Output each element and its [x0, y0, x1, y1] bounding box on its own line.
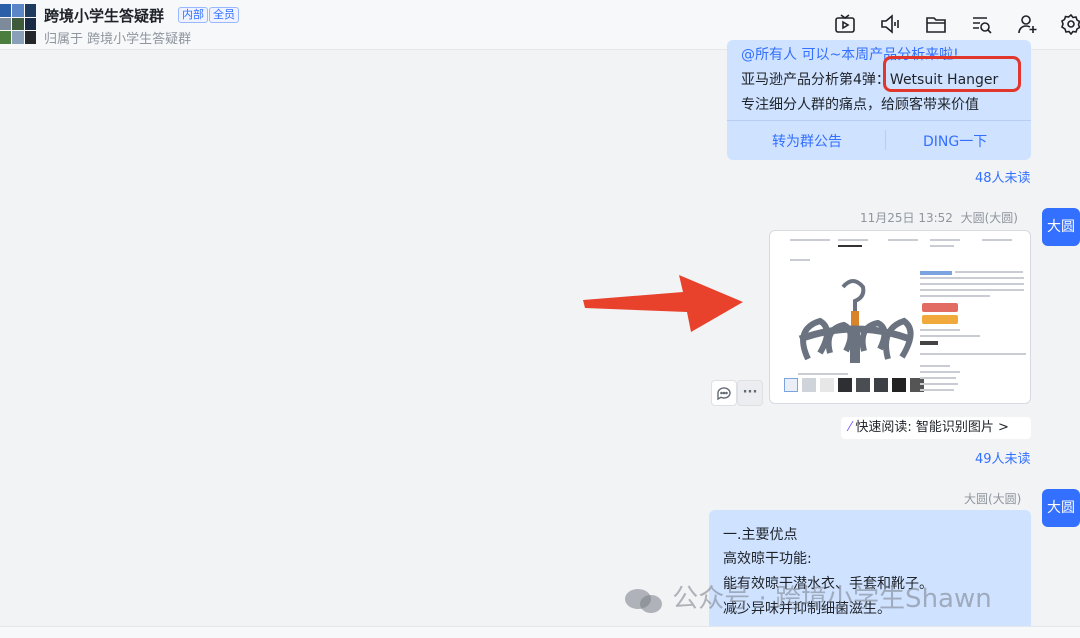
add-member-icon[interactable] [1016, 13, 1038, 35]
thumbnail-strip [784, 378, 924, 392]
quick-read-button[interactable]: ⁄ 快速阅读: 智能识别图片 > [841, 417, 1031, 439]
search-list-icon[interactable] [970, 13, 992, 35]
red-arrow-annotation [583, 275, 743, 332]
wechat-icon [624, 587, 664, 613]
avatar[interactable]: 大圆 [1042, 489, 1080, 527]
group-subtitle: 归属于 跨境小学生答疑群 [44, 32, 192, 47]
folder-icon[interactable] [925, 13, 947, 35]
highlight-box [883, 56, 1021, 92]
product-screenshot-image[interactable] [769, 230, 1031, 404]
message-line: 高效晾干功能: [723, 551, 812, 567]
unread-count[interactable]: 48人未读 [975, 167, 1031, 186]
message-sender: 大圆(大圆) [964, 492, 1022, 506]
message-line: 专注细分人群的痛点，给顾客带来价值 [741, 97, 979, 113]
divider [727, 120, 1031, 121]
magic-wand-icon: ⁄ [849, 420, 852, 435]
convert-to-announcement-button[interactable]: 转为群公告 [772, 131, 842, 151]
settings-icon[interactable] [1060, 13, 1080, 36]
group-avatar[interactable] [0, 4, 36, 44]
all-members-tag: 全员 [209, 7, 239, 23]
hanger-illustration [798, 279, 914, 363]
input-area-edge [0, 626, 1080, 638]
watermark: 公众号 · 跨境小学生Shawn [624, 578, 992, 615]
unread-count[interactable]: 49人未读 [975, 448, 1031, 467]
reply-icon[interactable] [711, 380, 737, 406]
tv-icon[interactable] [834, 13, 856, 35]
message-text[interactable]: 一.主要优点 高效晾干功能: 能有效晾干潜水衣、手套和靴子。 减少异味并抑制细菌… [709, 510, 1031, 638]
message-time: 11月25日 13:52 大圆(大圆) [860, 211, 1018, 225]
avatar[interactable]: 大圆 [1042, 208, 1080, 246]
ding-button[interactable]: DING一下 [923, 131, 987, 151]
speaker-icon[interactable] [879, 13, 901, 35]
internal-tag: 内部 [178, 7, 208, 23]
divider [885, 130, 886, 150]
group-title[interactable]: 跨境小学生答疑群 [44, 5, 164, 26]
message-line: 一.主要优点 [723, 527, 798, 543]
more-options-button[interactable]: ··· [737, 380, 763, 406]
